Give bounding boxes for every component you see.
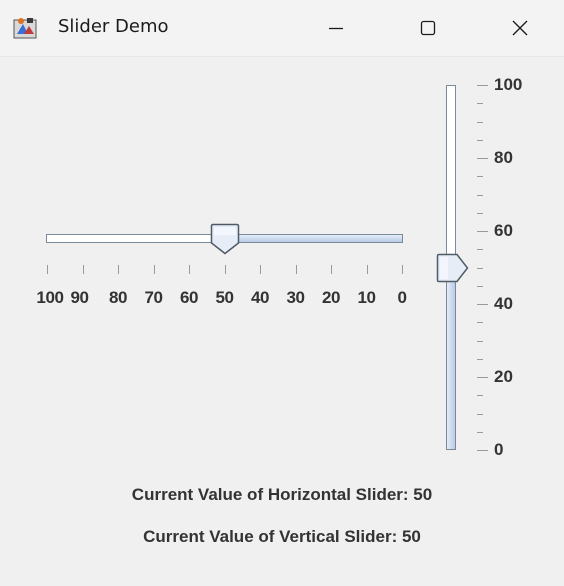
vertical-slider-thumb[interactable] bbox=[436, 253, 469, 283]
horizontal-tick-label: 70 bbox=[144, 288, 163, 307]
horizontal-tick bbox=[47, 265, 48, 274]
window-title: Slider Demo bbox=[58, 16, 169, 37]
vertical-tick-label: 80 bbox=[494, 148, 513, 167]
horizontal-tick bbox=[260, 265, 261, 274]
horizontal-tick bbox=[118, 265, 119, 274]
close-button[interactable] bbox=[490, 0, 550, 56]
vertical-tick-label: 40 bbox=[494, 294, 513, 313]
vertical-major-tick bbox=[477, 304, 488, 305]
vertical-minor-tick bbox=[477, 322, 483, 324]
close-icon bbox=[512, 20, 528, 36]
minimize-icon bbox=[329, 27, 343, 30]
horizontal-tick bbox=[189, 265, 190, 274]
vertical-minor-tick bbox=[477, 103, 483, 105]
horizontal-value-label: Current Value of Horizontal Slider: 50 bbox=[131, 485, 433, 504]
vertical-minor-tick bbox=[477, 121, 483, 123]
horizontal-tick-label: 40 bbox=[250, 288, 270, 307]
vertical-minor-tick bbox=[477, 285, 483, 287]
vertical-major-tick bbox=[477, 231, 488, 232]
vertical-slider-fill bbox=[447, 267, 455, 449]
vertical-minor-tick bbox=[477, 413, 483, 415]
horizontal-slider-fill bbox=[225, 235, 402, 242]
vertical-minor-tick bbox=[477, 212, 483, 214]
java-app-icon bbox=[13, 18, 37, 39]
horizontal-tick-label: 10 bbox=[357, 288, 376, 307]
vertical-minor-tick bbox=[477, 249, 483, 251]
content-panel: 100 90 80 70 60 50 40 30 20 10 0 100 80 60 40 20 0 Curr… bbox=[0, 57, 564, 586]
horizontal-tick bbox=[366, 265, 368, 274]
horizontal-tick-label: 30 bbox=[286, 288, 305, 307]
horizontal-tick-label: 80 bbox=[108, 288, 128, 307]
vertical-minor-tick bbox=[477, 395, 483, 397]
vertical-minor-tick bbox=[477, 139, 483, 141]
title-bar: Slider Demo bbox=[0, 0, 564, 57]
vertical-tick-label: 60 bbox=[494, 221, 513, 240]
horizontal-tick-label: 0 bbox=[397, 288, 407, 307]
vertical-major-tick bbox=[477, 158, 488, 159]
horizontal-tick bbox=[331, 265, 332, 274]
vertical-tick-label: 20 bbox=[494, 367, 513, 386]
vertical-tick-label: 100 bbox=[494, 75, 523, 94]
vertical-tick-label: 0 bbox=[494, 440, 504, 459]
minimize-button[interactable] bbox=[306, 0, 366, 56]
vertical-minor-tick bbox=[477, 358, 483, 360]
vertical-major-tick bbox=[477, 450, 488, 451]
horizontal-tick-label: 60 bbox=[179, 288, 199, 307]
horizontal-tick bbox=[82, 265, 84, 274]
horizontal-tick bbox=[295, 265, 297, 274]
vertical-minor-tick bbox=[477, 194, 483, 196]
vertical-major-tick bbox=[477, 377, 488, 378]
horizontal-tick-label: 90 bbox=[70, 288, 89, 307]
horizontal-slider-thumb[interactable] bbox=[210, 223, 240, 255]
vertical-value-label: Current Value of Vertical Slider: 50 bbox=[143, 527, 421, 546]
vertical-minor-tick bbox=[477, 431, 483, 433]
horizontal-tick bbox=[224, 265, 226, 274]
vertical-minor-tick bbox=[477, 176, 483, 178]
vertical-minor-tick bbox=[477, 267, 483, 269]
vertical-minor-tick bbox=[477, 340, 483, 342]
horizontal-tick bbox=[153, 265, 155, 274]
maximize-button[interactable] bbox=[398, 0, 458, 56]
vertical-major-tick bbox=[477, 85, 488, 86]
maximize-icon bbox=[420, 20, 436, 36]
horizontal-tick-label: 50 bbox=[215, 288, 234, 307]
horizontal-tick-label: 20 bbox=[321, 288, 341, 307]
horizontal-tick bbox=[402, 265, 403, 274]
